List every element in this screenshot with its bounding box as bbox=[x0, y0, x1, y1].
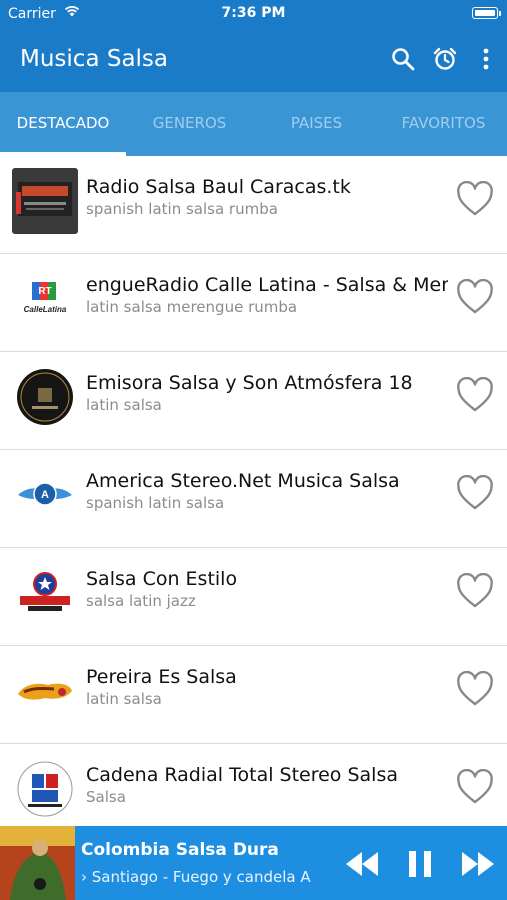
search-icon[interactable] bbox=[390, 46, 416, 72]
heart-icon[interactable] bbox=[456, 377, 494, 413]
station-tags: salsa latin jazz bbox=[86, 592, 196, 610]
station-row[interactable]: Salsa Con Estilo salsa latin jazz bbox=[0, 548, 507, 646]
tab-bar: DESTACADO GENEROS PAISES FAVORITOS bbox=[0, 92, 507, 156]
app-bar: Musica Salsa bbox=[0, 28, 507, 92]
tab-favoritos[interactable]: FAVORITOS bbox=[380, 92, 507, 156]
station-tags: latin salsa merengue rumba bbox=[86, 298, 298, 316]
svg-text:CalleLatina: CalleLatina bbox=[24, 305, 67, 314]
station-tags: Salsa bbox=[86, 788, 126, 806]
alarm-clock-icon[interactable] bbox=[432, 46, 458, 72]
heart-icon[interactable] bbox=[456, 475, 494, 511]
status-bar: Carrier 7:36 PM bbox=[0, 0, 507, 28]
pause-icon[interactable] bbox=[406, 848, 434, 880]
svg-text:RT: RT bbox=[38, 286, 51, 297]
station-row[interactable]: Radio Salsa Baul Caracas.tk spanish lati… bbox=[0, 156, 507, 254]
station-row[interactable]: Pereira Es Salsa latin salsa bbox=[0, 646, 507, 744]
station-row[interactable]: Emisora Salsa y Son Atmósfera 18 latin s… bbox=[0, 352, 507, 450]
heart-icon[interactable] bbox=[456, 769, 494, 805]
now-playing-track: › Santiago - Fuego y candela A bbox=[81, 868, 331, 886]
station-list[interactable]: Radio Salsa Baul Caracas.tk spanish lati… bbox=[0, 156, 507, 826]
station-tags: spanish latin salsa rumba bbox=[86, 200, 278, 218]
station-name: Cadena Radial Total Stereo Salsa bbox=[86, 764, 398, 786]
battery-icon bbox=[472, 7, 501, 19]
station-name: Pereira Es Salsa bbox=[86, 666, 237, 688]
station-logo bbox=[12, 560, 78, 626]
tab-paises[interactable]: PAISES bbox=[253, 92, 380, 156]
heart-icon[interactable] bbox=[456, 573, 494, 609]
station-logo bbox=[12, 364, 78, 430]
station-logo bbox=[12, 658, 78, 724]
tab-generos[interactable]: GENEROS bbox=[126, 92, 253, 156]
station-logo: A bbox=[12, 462, 78, 528]
station-row[interactable]: RT CalleLatina engueRadio Calle Latina -… bbox=[0, 254, 507, 352]
svg-text:A: A bbox=[41, 489, 49, 501]
station-logo bbox=[12, 756, 78, 822]
chevron-right-icon: › bbox=[81, 868, 87, 886]
station-row[interactable]: A America Stereo.Net Musica Salsa spanis… bbox=[0, 450, 507, 548]
fast-forward-icon[interactable] bbox=[460, 848, 496, 880]
more-vertical-icon[interactable] bbox=[474, 46, 498, 72]
now-playing-track-text: Santiago - Fuego y candela A bbox=[91, 868, 311, 886]
now-playing-bar[interactable]: Colombia Salsa Dura › Santiago - Fuego y… bbox=[0, 826, 507, 900]
app-title: Musica Salsa bbox=[20, 46, 169, 72]
rewind-icon[interactable] bbox=[344, 848, 380, 880]
station-row[interactable]: Cadena Radial Total Stereo Salsa Salsa bbox=[0, 744, 507, 826]
station-name: engueRadio Calle Latina - Salsa & Mere bbox=[86, 274, 448, 296]
station-name: Emisora Salsa y Son Atmósfera 18 bbox=[86, 372, 413, 394]
clock-time: 7:36 PM bbox=[221, 5, 286, 21]
heart-icon[interactable] bbox=[456, 279, 494, 315]
station-name: America Stereo.Net Musica Salsa bbox=[86, 470, 400, 492]
heart-icon[interactable] bbox=[456, 181, 494, 217]
tab-destacado[interactable]: DESTACADO bbox=[0, 92, 126, 156]
now-playing-artwork bbox=[0, 826, 75, 900]
station-logo: RT CalleLatina bbox=[12, 266, 78, 332]
station-tags: latin salsa bbox=[86, 396, 162, 414]
station-name: Salsa Con Estilo bbox=[86, 568, 238, 590]
now-playing-station: Colombia Salsa Dura bbox=[81, 840, 279, 860]
station-tags: latin salsa bbox=[86, 690, 162, 708]
station-name: Radio Salsa Baul Caracas.tk bbox=[86, 176, 351, 198]
station-logo bbox=[12, 168, 78, 234]
station-tags: spanish latin salsa bbox=[86, 494, 225, 512]
heart-icon[interactable] bbox=[456, 671, 494, 707]
